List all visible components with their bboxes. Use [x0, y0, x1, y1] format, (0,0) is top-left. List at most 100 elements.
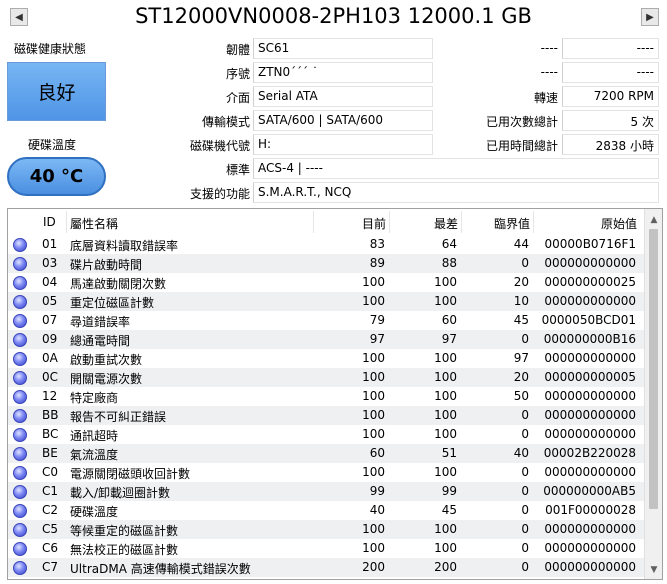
- table-row[interactable]: 03 碟片啟動時間 89 88 0 000000000000: [8, 254, 644, 273]
- row-raw-value: 000000000000: [544, 389, 636, 403]
- row-raw-value: 000000000000: [544, 256, 636, 270]
- row-current: 79: [369, 313, 385, 327]
- header-attribute-name[interactable]: 屬性名稱: [70, 215, 118, 232]
- status-good-icon: [13, 504, 27, 518]
- table-row[interactable]: 05 重定位磁區計數 100 100 10 000000000000: [8, 292, 644, 311]
- table-row[interactable]: 04 馬達啟動關閉次數 100 100 20 000000000025: [8, 273, 644, 292]
- row-current: 100: [362, 370, 385, 384]
- scroll-down-icon[interactable]: ▼: [645, 561, 662, 578]
- table-row[interactable]: BB 報告不可糾正錯誤 100 100 0 000000000000: [8, 406, 644, 425]
- status-good-icon: [13, 314, 27, 328]
- header-raw-value[interactable]: 原始值: [536, 215, 637, 232]
- serial-field: ZTN0´´´ ˙: [253, 62, 433, 83]
- header-worst[interactable]: 最差: [392, 215, 458, 232]
- row-threshold: 0: [521, 427, 529, 441]
- table-row[interactable]: BE 氣流溫度 60 51 40 00002B220028: [8, 444, 644, 463]
- table-row[interactable]: 12 特定廠商 100 100 50 000000000000: [8, 387, 644, 406]
- status-good-icon: [13, 409, 27, 423]
- row-id: BC: [42, 427, 59, 441]
- row-worst: 200: [434, 560, 457, 574]
- unknown-field-2: ----: [562, 62, 659, 83]
- health-status-button[interactable]: 良好: [7, 62, 106, 121]
- row-attribute-name: 尋道錯誤率: [70, 315, 131, 329]
- row-current: 60: [369, 446, 385, 460]
- interface-field: Serial ATA: [253, 86, 433, 107]
- row-threshold: 0: [521, 503, 529, 517]
- scroll-up-icon[interactable]: ▲: [645, 211, 662, 228]
- status-good-icon: [13, 390, 27, 404]
- row-threshold: 0: [521, 522, 529, 536]
- row-raw-value: 000000000000: [544, 427, 636, 441]
- row-raw-value: 000000000000: [544, 465, 636, 479]
- row-current: 200: [362, 560, 385, 574]
- temperature-label: 硬碟溫度: [28, 138, 77, 152]
- table-header: ID 屬性名稱 目前 最差 臨界值 原始值: [8, 209, 644, 235]
- next-disk-button[interactable]: ▶: [641, 8, 659, 26]
- table-row[interactable]: C1 載入/卸載迴圈計數 99 99 0 000000000AB5: [8, 482, 644, 501]
- row-attribute-name: 通訊超時: [70, 429, 119, 443]
- scrollbar-thumb[interactable]: [649, 229, 658, 509]
- table-row[interactable]: 01 底層資料讀取錯誤率 83 64 44 00000B0716F1: [8, 235, 644, 254]
- row-id: C0: [42, 465, 59, 479]
- power-on-hours-field: 2838 小時: [562, 134, 659, 155]
- table-row[interactable]: C5 等候重定的磁區計數 100 100 0 000000000000: [8, 520, 644, 539]
- row-threshold: 0: [521, 408, 529, 422]
- unknown-label-1: ----: [540, 41, 558, 55]
- status-good-icon: [13, 295, 27, 309]
- table-row[interactable]: C2 硬碟溫度 40 45 0 001F00000028: [8, 501, 644, 520]
- power-on-count-field: 5 次: [562, 110, 659, 131]
- status-good-icon: [13, 542, 27, 556]
- disk-title: ST12000VN0008-2PH103 12000.1 GB: [135, 4, 532, 28]
- row-worst: 100: [434, 522, 457, 536]
- row-attribute-name: 報告不可糾正錯誤: [70, 410, 167, 424]
- status-good-icon: [13, 447, 27, 461]
- temperature-badge[interactable]: 40 °C: [7, 157, 106, 196]
- row-current: 100: [362, 294, 385, 308]
- status-good-icon: [13, 257, 27, 271]
- row-id: BE: [42, 446, 58, 460]
- row-worst: 45: [441, 503, 457, 517]
- row-threshold: 44: [513, 237, 529, 251]
- table-row[interactable]: C6 無法校正的磁區計數 100 100 0 000000000000: [8, 539, 644, 558]
- table-row[interactable]: C0 電源關閉磁頭收回計數 100 100 0 000000000000: [8, 463, 644, 482]
- row-threshold: 0: [521, 332, 529, 346]
- table-row[interactable]: 0C 開關電源次數 100 100 20 000000000005: [8, 368, 644, 387]
- row-id: 04: [42, 275, 58, 289]
- header-id[interactable]: ID: [43, 215, 56, 229]
- drive-letter-field: H:: [253, 134, 433, 155]
- row-current: 100: [362, 465, 385, 479]
- smart-attributes-table[interactable]: ID 屬性名稱 目前 最差 臨界值 原始值 01 底層資料讀取錯誤率 83 64 44 0…: [7, 208, 663, 580]
- row-raw-value: 000000000AB5: [543, 484, 636, 498]
- previous-disk-button[interactable]: ◀: [10, 8, 28, 26]
- table-row[interactable]: 0A 啟動重試次數 100 100 97 000000000000: [8, 349, 644, 368]
- header-current[interactable]: 目前: [316, 215, 386, 232]
- row-current: 89: [369, 256, 385, 270]
- table-row[interactable]: BC 通訊超時 100 100 0 000000000000: [8, 425, 644, 444]
- row-current: 100: [362, 389, 385, 403]
- table-row[interactable]: 09 總通電時間 97 97 0 000000000B16: [8, 330, 644, 349]
- row-attribute-name: 底層資料讀取錯誤率: [70, 239, 179, 253]
- row-id: 07: [42, 313, 58, 327]
- power-on-hours-label: 已用時間總計: [485, 139, 558, 153]
- row-current: 97: [369, 332, 385, 346]
- row-current: 100: [362, 541, 385, 555]
- row-attribute-name: 啟動重試次數: [70, 353, 143, 367]
- row-id: 09: [42, 332, 58, 346]
- row-id: C5: [42, 522, 59, 536]
- triangle-left-icon: ◀: [15, 11, 23, 23]
- status-good-icon: [13, 485, 27, 499]
- vertical-scrollbar[interactable]: ▲ ▼: [644, 209, 662, 579]
- row-id: C7: [42, 560, 59, 574]
- row-worst: 100: [434, 275, 457, 289]
- features-label: 支援的功能: [189, 187, 250, 201]
- row-raw-value: 000000000025: [544, 275, 636, 289]
- features-field: S.M.A.R.T., NCQ: [253, 182, 659, 203]
- header-threshold[interactable]: 臨界值: [464, 215, 530, 232]
- row-raw-value: 00000B0716F1: [544, 237, 636, 251]
- row-raw-value: 000000000000: [544, 560, 636, 574]
- row-threshold: 0: [521, 465, 529, 479]
- row-attribute-name: 特定廠商: [70, 391, 119, 405]
- row-worst: 64: [441, 237, 457, 251]
- table-row[interactable]: 07 尋道錯誤率 79 60 45 0000050BCD01: [8, 311, 644, 330]
- table-row[interactable]: C7 UltraDMA 高速傳輸模式錯誤次數 200 200 0 000000000000: [8, 558, 644, 577]
